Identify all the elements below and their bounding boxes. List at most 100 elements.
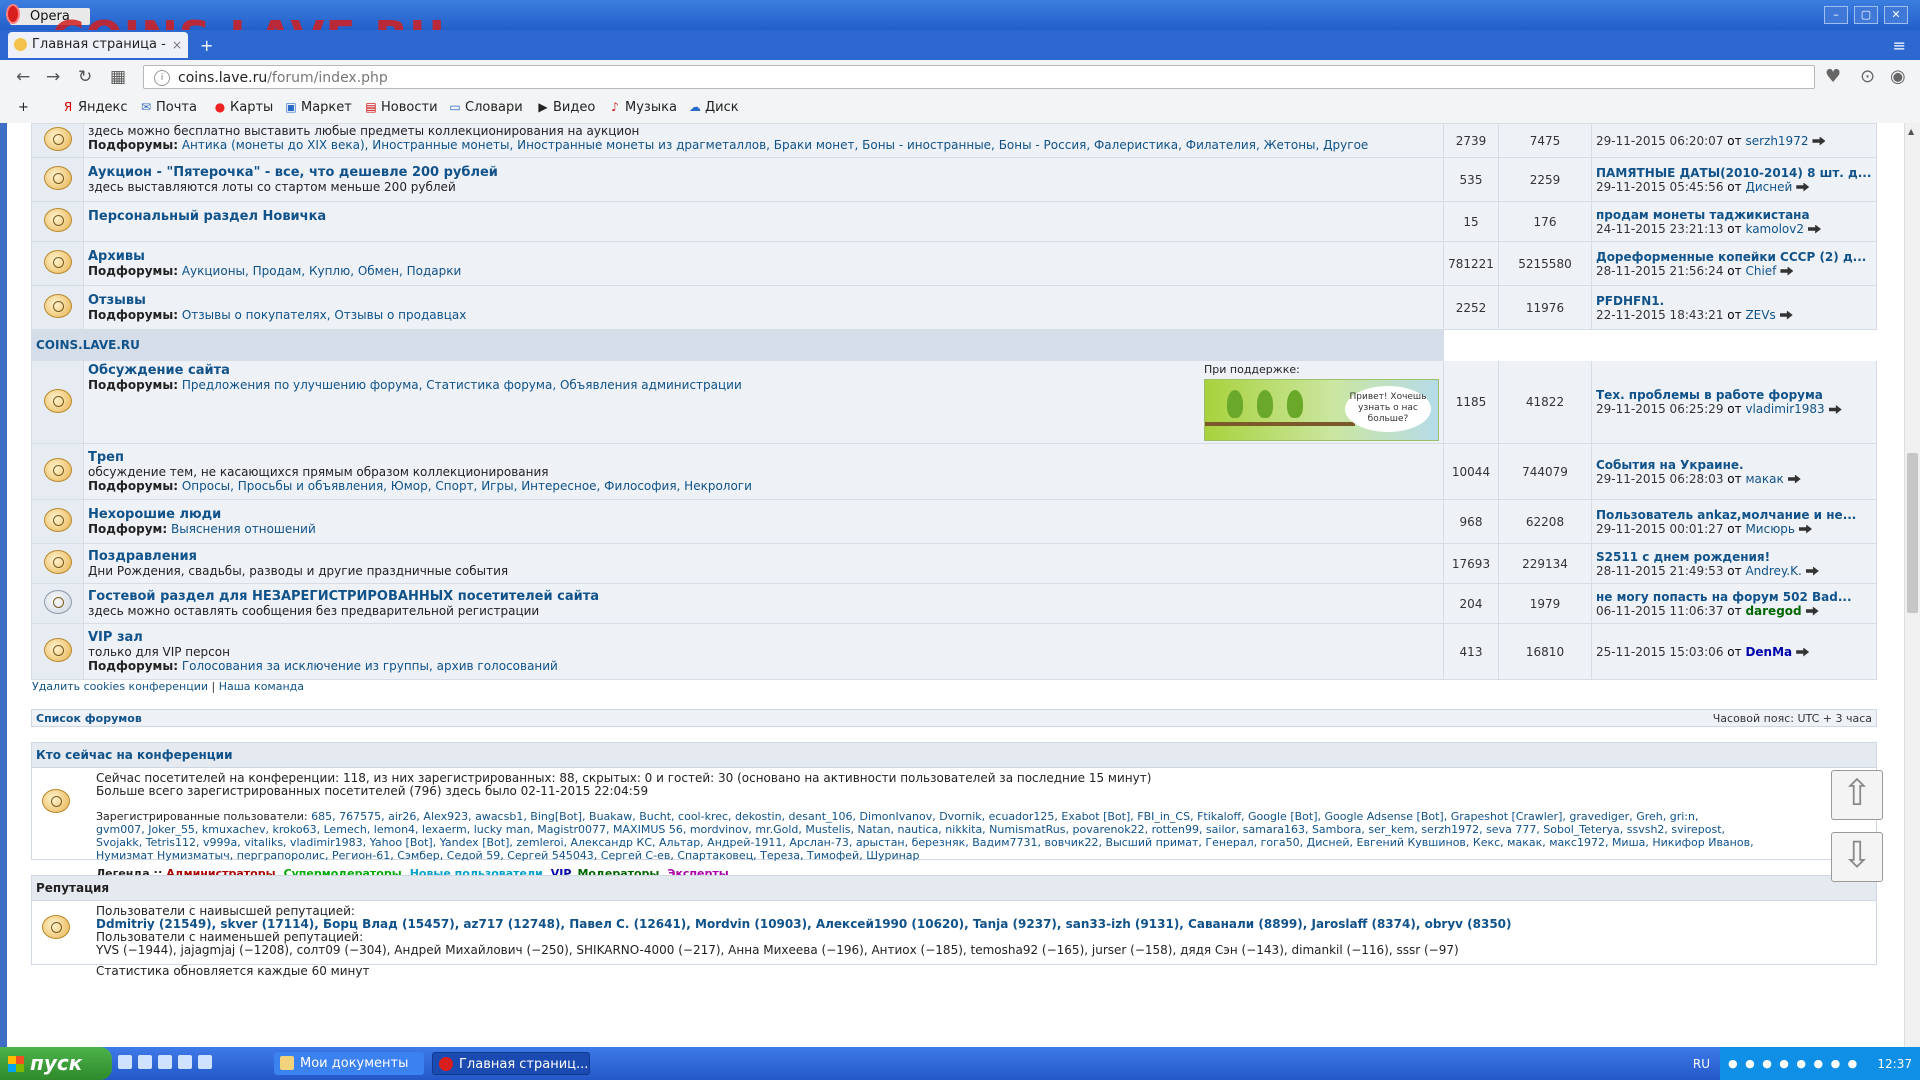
last-post-title[interactable]: Дореформенные копейки СССР (2) д... xyxy=(1596,250,1872,264)
last-post-title[interactable]: не могу попасть на форум 502 Bad... xyxy=(1596,590,1872,604)
forum-list-link[interactable]: Список форумов xyxy=(36,712,142,725)
back-arrow-icon[interactable]: ← xyxy=(16,67,30,87)
goto-last-post-icon[interactable] xyxy=(1779,310,1793,320)
quick-launch-icon[interactable] xyxy=(158,1055,172,1069)
quick-launch-icon[interactable] xyxy=(178,1055,192,1069)
subforum-links[interactable]: Опросы, Просьбы и объявления, Юмор, Спор… xyxy=(182,479,752,493)
subforum-links[interactable]: Отзывы о покупателях, Отзывы о продавцах xyxy=(182,308,467,322)
add-bookmark-plus-icon[interactable]: + xyxy=(18,100,29,115)
last-post-user[interactable]: DenMa xyxy=(1745,645,1792,659)
tab-menu-icon[interactable]: ≡ xyxy=(1893,36,1906,55)
url-field[interactable]: i coins.lave.ru/forum/index.php xyxy=(143,65,1815,89)
subforum-links[interactable]: Выяснения отношений xyxy=(171,522,316,536)
forum-name[interactable]: Архивы xyxy=(88,249,1439,264)
subforum-links[interactable]: Голосования за исключение из группы, арх… xyxy=(182,659,558,673)
bookmark-video[interactable]: ▶ Видео xyxy=(537,100,595,115)
last-post-user[interactable]: Chief xyxy=(1745,264,1776,278)
forum-name[interactable]: VIP зал xyxy=(88,630,1439,645)
forum-name[interactable]: Треп xyxy=(88,450,1439,465)
bookmark-music[interactable]: ♪ Музыка xyxy=(609,100,677,115)
forum-name[interactable]: Поздравления xyxy=(88,549,1439,564)
quick-launch-icon[interactable] xyxy=(118,1055,132,1069)
goto-last-post-icon[interactable] xyxy=(1796,182,1810,192)
tray-icons[interactable]: ● ● ● ● ● ● ● ● xyxy=(1728,1057,1859,1070)
account-icon[interactable]: ◉ xyxy=(1890,66,1906,87)
goto-last-post-icon[interactable] xyxy=(1787,474,1801,484)
subforum-links[interactable]: Аукционы, Продам, Куплю, Обмен, Подарки xyxy=(182,264,461,278)
speed-dial-grid-icon[interactable]: ▦ xyxy=(110,67,126,87)
scroll-up-button[interactable]: ⇧ xyxy=(1831,770,1883,820)
subforum-links[interactable]: Антика (монеты до XIX века), Иностранные… xyxy=(182,138,1368,152)
quick-launch-icon[interactable] xyxy=(198,1055,212,1069)
quick-launch-icon[interactable] xyxy=(138,1055,152,1069)
online-user-list[interactable]: gvm007, Joker_55, kmuxachev, kroko63, Le… xyxy=(96,823,1725,836)
category-name[interactable]: COINS.LAVE.RU xyxy=(31,329,1444,361)
close-window-button[interactable]: ✕ xyxy=(1884,6,1908,24)
bookmark-yandex[interactable]: Я Яндекс xyxy=(62,100,128,115)
online-user-list[interactable]: 685, 767575, air26, Alex923, awacsb1, Bi… xyxy=(311,810,1698,823)
low-reputation-list[interactable]: YVS (−1944), jajagmjaj (−1208), солт09 (… xyxy=(96,944,1872,957)
tab-close-icon[interactable]: × xyxy=(172,32,182,58)
scroll-down-button[interactable]: ⇩ xyxy=(1831,832,1883,882)
bookmark-dictionaries[interactable]: ▭ Словари xyxy=(449,100,522,115)
last-post-user[interactable]: Дисней xyxy=(1745,180,1792,194)
last-post-user[interactable]: Мисюрь xyxy=(1745,522,1795,536)
tab-main-page[interactable]: Главная страница - × xyxy=(8,32,188,58)
last-post-user[interactable]: Andrey.K. xyxy=(1745,564,1801,578)
bookmark-maps[interactable]: ● Карты xyxy=(214,100,274,115)
forward-arrow-icon[interactable]: → xyxy=(46,67,60,87)
bookmark-heart-icon[interactable]: ♥ xyxy=(1825,66,1841,87)
last-post-title[interactable]: PFDHFN1. xyxy=(1596,294,1872,308)
goto-last-post-icon[interactable] xyxy=(1805,566,1819,576)
subforum-links[interactable]: Предложения по улучшению форума, Статист… xyxy=(182,378,742,392)
last-post-user[interactable]: daregod xyxy=(1745,604,1801,618)
bookmark-news[interactable]: ▤ Новости xyxy=(365,100,437,115)
task-my-documents[interactable]: Мои документы xyxy=(274,1052,424,1075)
online-user-list[interactable]: Svojakk, Tetris112, v999a, vitaliks, vla… xyxy=(96,836,1754,849)
bookmark-disk[interactable]: ☁ Диск xyxy=(689,100,739,115)
online-user-list[interactable]: Нумизмат Нумизматыч, перграпоролис, Реги… xyxy=(96,849,920,862)
language-indicator[interactable]: RU xyxy=(1693,1057,1710,1071)
scroll-arrow-up-icon[interactable]: ▲ xyxy=(1908,127,1914,136)
last-post-title[interactable]: ПАМЯТНЫЕ ДАТЫ(2010-2014) 8 шт. д... xyxy=(1596,166,1872,180)
goto-last-post-icon[interactable] xyxy=(1796,647,1810,657)
goto-last-post-icon[interactable] xyxy=(1799,524,1812,534)
start-button[interactable]: пуск xyxy=(0,1047,112,1080)
maximize-button[interactable]: ▢ xyxy=(1854,6,1878,24)
site-info-icon[interactable]: i xyxy=(154,70,170,86)
scrollbar-thumb[interactable] xyxy=(1907,453,1918,613)
last-post-user[interactable]: kamolov2 xyxy=(1745,222,1804,236)
goto-last-post-icon[interactable] xyxy=(1780,266,1794,276)
last-post-user[interactable]: serzh1972 xyxy=(1745,134,1808,148)
bookmark-mail[interactable]: ✉ Почта xyxy=(140,100,197,115)
last-post-user[interactable]: vladimir1983 xyxy=(1745,402,1824,416)
reload-icon[interactable]: ↻ xyxy=(78,67,92,87)
goto-last-post-icon[interactable] xyxy=(1812,136,1826,146)
minimize-button[interactable]: – xyxy=(1824,6,1848,24)
last-post-title[interactable]: S2511 с днем рождения! xyxy=(1596,550,1872,564)
forum-name[interactable]: Персональный раздел Новичка xyxy=(88,209,1439,224)
task-browser[interactable]: Главная страниц... xyxy=(432,1052,590,1075)
goto-last-post-icon[interactable] xyxy=(1828,405,1842,414)
last-post-title[interactable]: Пользователь ankaz,молчание и не... xyxy=(1596,508,1872,522)
bookmark-market[interactable]: ▣ Маркет xyxy=(285,100,352,115)
sponsor-banner[interactable]: Привет! Хочешь узнать о нас больше? xyxy=(1204,379,1439,441)
last-post-title[interactable]: События на Украине. xyxy=(1596,458,1872,472)
our-team-link[interactable]: Наша команда xyxy=(219,680,304,693)
forum-name[interactable]: Гостевой раздел для НЕЗАРЕГИСТРИРОВАННЫХ… xyxy=(88,589,1439,604)
clock[interactable]: 12:37 xyxy=(1877,1057,1912,1071)
forum-name[interactable]: Аукцион - "Пятерочка" - все, что дешевле… xyxy=(88,165,1439,180)
online-users-title[interactable]: Кто сейчас на конференции xyxy=(32,743,1876,768)
forum-name[interactable]: Отзывы xyxy=(88,293,1439,308)
forum-name[interactable]: Нехорошие люди xyxy=(88,507,1439,522)
last-post-title[interactable]: Тех. проблемы в работе форума xyxy=(1596,388,1872,402)
last-post-title[interactable]: продам монеты таджикистана xyxy=(1596,208,1872,222)
download-icon[interactable]: ⊙ xyxy=(1860,66,1875,87)
last-post-user[interactable]: макак xyxy=(1745,472,1783,486)
last-post-user[interactable]: ZEVs xyxy=(1745,308,1775,322)
goto-last-post-icon[interactable] xyxy=(1808,224,1821,234)
new-tab-plus-icon[interactable]: + xyxy=(200,36,213,55)
vertical-scrollbar[interactable]: ▲ xyxy=(1904,123,1920,1047)
delete-cookies-link[interactable]: Удалить cookies конференции xyxy=(32,680,208,693)
goto-last-post-icon[interactable] xyxy=(1805,606,1819,616)
